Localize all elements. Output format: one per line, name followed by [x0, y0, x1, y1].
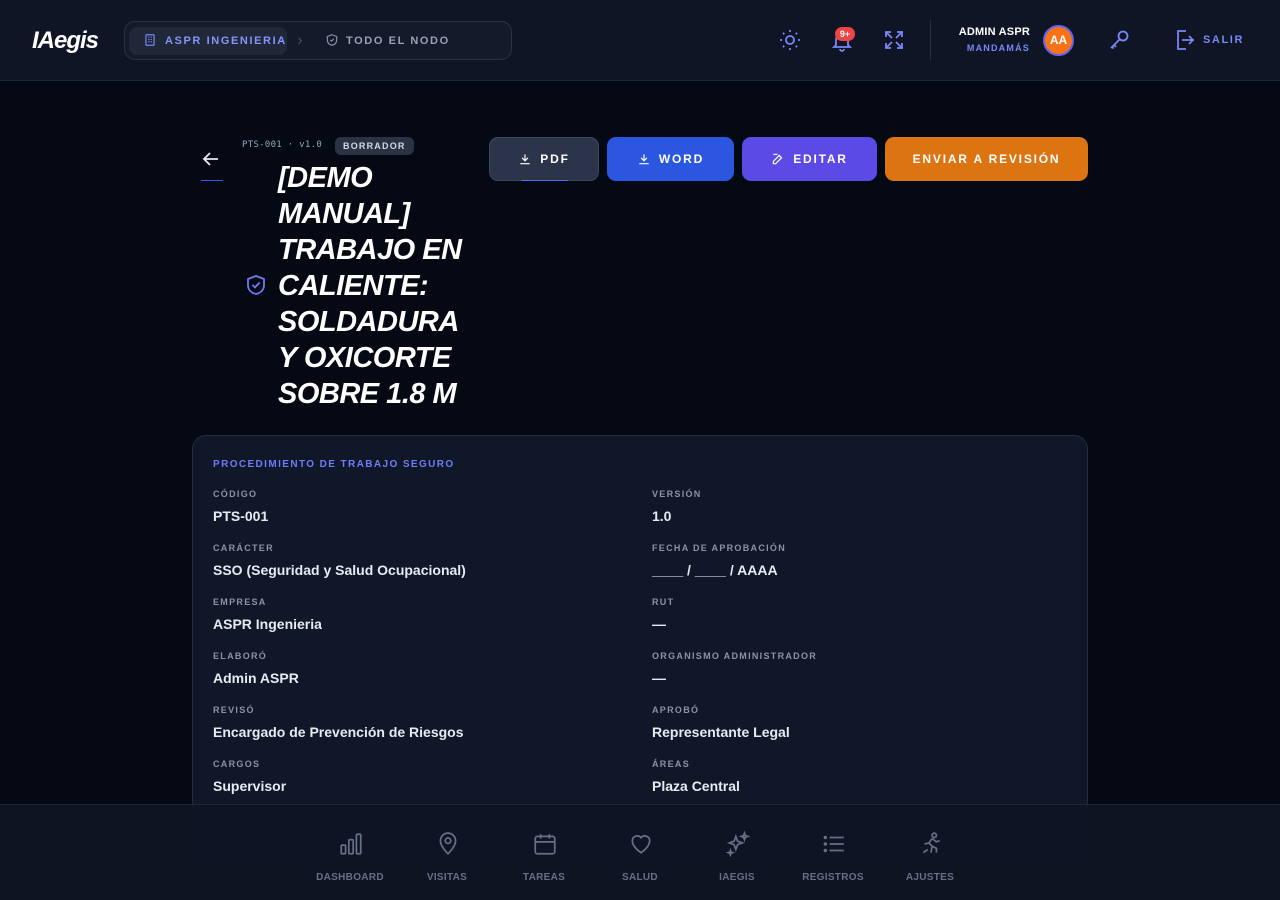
field-label-fecha-aprobacion: FECHA DE APROBACIÓN [652, 543, 787, 553]
field-label-codigo: CÓDIGO [213, 489, 258, 499]
field-value-rut: — [652, 616, 666, 632]
nav-item-tareas[interactable]: TAREAS [496, 805, 592, 900]
field-label-areas: ÁREAS [652, 759, 691, 769]
breadcrumb-company-label: ASPR INGENIERIA [165, 35, 287, 47]
edit-button[interactable]: EDITAR [742, 137, 877, 181]
bottom-navigation: DASHBOARD VISITAS TAREAS SALUD IAEGIS RE… [0, 804, 1280, 900]
fullscreen-icon[interactable] [882, 28, 906, 52]
download-icon [520, 154, 530, 165]
heart-icon [631, 835, 651, 854]
breadcrumb: ASPR INGENIERIA TODO EL NODO [124, 21, 512, 60]
field-label-caracter: CARÁCTER [213, 543, 274, 553]
field-value-aprobo: Representante Legal [652, 724, 790, 740]
sparkles-icon [725, 831, 751, 857]
calendar-icon [534, 834, 556, 855]
nav-label: REGISTROS [802, 872, 864, 883]
notification-badge: 9+ [835, 27, 855, 41]
list-icon [823, 835, 844, 853]
nav-item-visitas[interactable]: VISITAS [399, 805, 495, 900]
field-label-version: VERSIÓN [652, 489, 702, 499]
nav-label: TAREAS [522, 872, 566, 883]
nav-label: VISITAS [426, 872, 468, 883]
field-value-fecha-aprobacion: ____ / ____ / AAAA [652, 562, 778, 578]
field-value-reviso: Encargado de Prevención de Riesgos [213, 724, 464, 740]
edit-label: EDITAR [793, 152, 848, 166]
field-value-empresa: ASPR Ingenieria [213, 616, 322, 632]
map-pin-icon [439, 832, 457, 855]
field-label-organismo: ORGANISMO ADMINISTRADOR [652, 651, 818, 661]
field-value-areas: Plaza Central [652, 778, 740, 794]
runner-icon [922, 832, 940, 854]
pdf-label: PDF [540, 152, 570, 166]
procedure-info-card: PROCEDIMIENTO DE TRABAJO SEGURO CÓDIGO P… [192, 435, 1088, 855]
key-icon[interactable] [1107, 28, 1131, 52]
nav-item-salud[interactable]: SALUD [592, 805, 688, 900]
page-title: [DEMO MANUAL] TRABAJO EN CALIENTE: SOLDA… [278, 162, 462, 410]
logout-button[interactable]: SALIR [1203, 34, 1244, 46]
edit-icon [772, 153, 783, 165]
nav-item-dashboard[interactable]: DASHBOARD [302, 805, 398, 900]
field-label-empresa: EMPRESA [213, 597, 267, 607]
field-label-rut: RUT [652, 597, 675, 607]
nav-label: SALUD [622, 872, 658, 883]
card-title: PROCEDIMIENTO DE TRABAJO SEGURO [213, 459, 455, 470]
field-label-cargos: CARGOS [213, 759, 261, 769]
app-logo[interactable]: IAegis [32, 27, 99, 55]
breadcrumb-node-label[interactable]: TODO EL NODO [346, 35, 450, 47]
field-label-elaboro: ELABORÓ [213, 651, 268, 661]
user-name: ADMIN ASPR [958, 26, 1030, 38]
download-word-button[interactable]: WORD [607, 137, 734, 181]
chevron-right-icon [298, 37, 303, 45]
header-divider [930, 20, 931, 60]
nav-item-ajustes[interactable]: AJUSTES [882, 805, 978, 900]
logout-icon[interactable] [1172, 28, 1196, 52]
field-value-cargos: Supervisor [213, 778, 287, 794]
field-value-caracter: SSO (Seguridad y Salud Ocupacional) [213, 562, 466, 578]
status-badge: BORRADOR [335, 137, 414, 155]
top-bar: IAegis ASPR INGENIERIA TODO EL NODO 9+ A… [0, 0, 1280, 81]
download-pdf-button[interactable]: PDF [489, 137, 599, 181]
back-arrow-icon[interactable] [199, 147, 223, 171]
building-icon [145, 34, 155, 46]
avatar[interactable]: AA [1043, 25, 1074, 56]
download-icon [639, 154, 649, 165]
field-label-aprobo: APROBÓ [652, 705, 700, 715]
send-to-review-button[interactable]: ENVIAR A REVISIÓN [885, 137, 1088, 181]
field-value-organismo: — [652, 670, 666, 686]
nav-item-registros[interactable]: REGISTROS [785, 805, 881, 900]
document-code-version: PTS-001 · v1.0 [242, 140, 323, 150]
nav-label: AJUSTES [905, 872, 955, 883]
nav-label: IAEGIS [719, 872, 755, 883]
shield-icon [326, 34, 338, 46]
field-value-codigo: PTS-001 [213, 508, 269, 524]
nav-label: DASHBOARD [316, 872, 384, 883]
bar-chart-icon [340, 833, 362, 855]
field-value-version: 1.0 [652, 508, 672, 524]
nav-item-iaegis[interactable]: IAEGIS [689, 805, 785, 900]
back-button-underline [201, 180, 223, 181]
field-value-elaboro: Admin ASPR [213, 670, 299, 686]
user-role: MANDAMÁS [966, 43, 1030, 53]
field-label-reviso: REVISÓ [213, 705, 255, 715]
shield-check-icon [247, 275, 265, 295]
sun-icon[interactable] [778, 28, 802, 52]
word-label: WORD [658, 152, 705, 166]
